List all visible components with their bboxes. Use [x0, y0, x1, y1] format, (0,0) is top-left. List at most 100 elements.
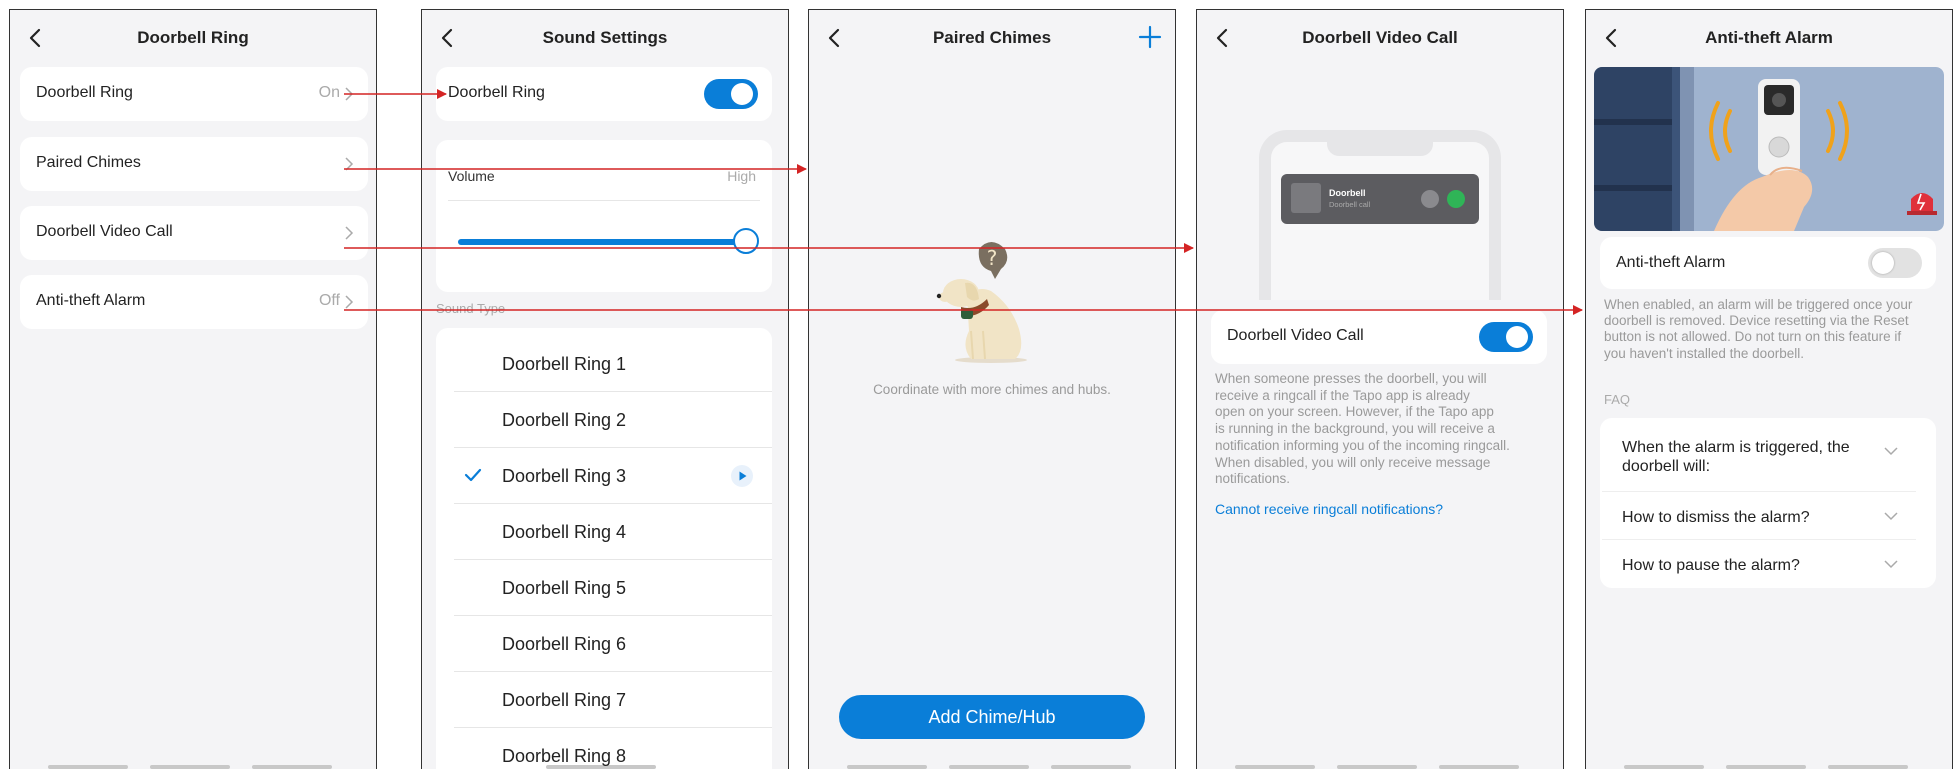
svg-text:?: ?: [987, 246, 998, 270]
faq-question: How to dismiss the alarm?: [1622, 509, 1810, 526]
bottom-tab-indicator: [48, 765, 128, 769]
ringcall-help-link[interactable]: Cannot receive ringcall notifications?: [1215, 501, 1443, 517]
sound-type-label: Doorbell Ring 2: [502, 410, 627, 430]
anti-theft-toggle-row: Anti-theft Alarm: [1600, 237, 1936, 289]
call-title: Doorbell: [1329, 188, 1366, 198]
row-label: Anti-theft Alarm: [1616, 254, 1726, 271]
bottom-tab-indicator: [252, 765, 332, 769]
description-line: When enabled, an alarm will be triggered…: [1604, 297, 1913, 312]
sound-type-label: Doorbell Ring 8: [502, 746, 627, 766]
description-line: When someone presses the doorbell, you w…: [1215, 371, 1487, 386]
description-line: open on your screen. However, if the Tap…: [1215, 404, 1494, 420]
faq-question: doorbell will:: [1622, 458, 1711, 475]
description-line: button is not allowed. Do not turn on th…: [1604, 329, 1902, 345]
checkmark-icon: [464, 468, 482, 482]
description-line: is running in the background, you will r…: [1215, 421, 1495, 437]
sound-type-label: Doorbell Ring 6: [502, 634, 627, 654]
sound-type-label: Sound Type: [436, 301, 506, 316]
sound-type-label: Doorbell Ring 4: [502, 522, 627, 542]
settings-row-doorbell-ring[interactable]: Doorbell Ring On: [20, 67, 368, 121]
divider: [448, 200, 760, 201]
page-title: Paired Chimes: [932, 28, 1052, 47]
row-value: On: [318, 84, 340, 101]
mute-icon: [1421, 190, 1439, 208]
page-title: Sound Settings: [542, 28, 668, 47]
row-label: Doorbell Ring: [36, 84, 133, 101]
sound-type-label: Doorbell Ring 5: [502, 578, 627, 598]
sound-type-label: Doorbell Ring 1: [502, 354, 627, 374]
volume-slider-handle[interactable]: [733, 228, 759, 254]
faq-item[interactable]: How to dismiss the alarm?: [1602, 492, 1916, 540]
caller-avatar: [1291, 183, 1321, 213]
description-line: notifications.: [1215, 471, 1291, 487]
sound-settings-screen: Sound Settings Doorbell Ring Volume High…: [421, 9, 789, 769]
page-title: Doorbell Ring: [137, 28, 249, 47]
doorbell-ring-toggle-row: Doorbell Ring: [436, 67, 772, 121]
row-label: Doorbell Video Call: [1227, 327, 1364, 344]
video-call-toggle[interactable]: [1479, 322, 1533, 352]
description-line: you haven't installed the doorbell.: [1604, 345, 1804, 361]
bottom-tab-indicator: [1051, 765, 1131, 769]
settings-row-paired-chimes[interactable]: Paired Chimes: [20, 137, 368, 191]
row-label: Anti-theft Alarm: [36, 292, 146, 309]
bottom-tab-indicator: [847, 765, 927, 769]
add-chime-hub-button[interactable]: Add Chime/Hub: [839, 695, 1145, 739]
call-subtitle: Doorbell call: [1329, 200, 1371, 209]
video-call-toggle-row: Doorbell Video Call: [1211, 310, 1547, 364]
bottom-tab-indicator: [1235, 765, 1315, 769]
volume-slider-fill: [458, 239, 746, 245]
doorbell-video-call-screen: Doorbell Video Call Doorbell Doorbell ca…: [1196, 9, 1564, 769]
description-line: receive a ringcall if the Tapo app is al…: [1215, 387, 1470, 403]
sound-type-item[interactable]: Doorbell Ring 8: [454, 728, 772, 769]
faq-item[interactable]: When the alarm is triggered, the doorbell…: [1602, 422, 1916, 492]
paired-chimes-screen: Paired Chimes ? Coordinate with more chi…: [808, 9, 1176, 769]
anti-theft-alarm-screen: Anti-theft Alarm Anti-theft Alarm FAQ Wh…: [1585, 9, 1953, 769]
chevron-right-icon: [345, 157, 354, 171]
empty-state-text: Coordinate with more chimes and hubs.: [873, 382, 1111, 397]
row-label: Doorbell Ring: [448, 84, 545, 101]
volume-label: Volume: [448, 168, 495, 184]
bottom-tab-indicator: [150, 765, 230, 769]
settings-row-video-call[interactable]: Doorbell Video Call: [20, 206, 368, 260]
phone-notch: [1327, 142, 1433, 156]
phone-illustration: Doorbell Doorbell call: [1259, 130, 1501, 300]
volume-card: Volume High: [436, 140, 772, 292]
bottom-tab-indicator: [1439, 765, 1519, 769]
sound-type-item[interactable]: Doorbell Ring 5: [454, 560, 772, 616]
doorbell-ring-screen: Doorbell Ring Doorbell Ring On Paired Ch…: [9, 9, 377, 769]
top-bar: Doorbell Ring: [10, 10, 376, 66]
top-bar: Sound Settings: [422, 10, 788, 66]
bottom-tab-indicator: [949, 765, 1029, 769]
chevron-right-icon: [345, 226, 354, 240]
bottom-tab-indicator: [1624, 765, 1704, 769]
row-label: Doorbell Video Call: [36, 223, 173, 240]
chevron-down-icon: [1884, 560, 1898, 569]
sound-type-item[interactable]: Doorbell Ring 4: [454, 504, 772, 560]
settings-row-anti-theft[interactable]: Anti-theft Alarm Off: [20, 275, 368, 329]
sound-type-item[interactable]: Doorbell Ring 7: [454, 672, 772, 728]
row-value: Off: [318, 292, 340, 309]
bottom-tab-indicator: [1337, 765, 1417, 769]
sound-type-item[interactable]: Doorbell Ring 3: [454, 448, 772, 504]
volume-value: High: [727, 168, 756, 184]
sound-type-item[interactable]: Doorbell Ring 2: [454, 392, 772, 448]
play-preview-icon[interactable]: [730, 464, 754, 488]
sound-type-item[interactable]: Doorbell Ring 1: [454, 336, 772, 392]
description-line: doorbell is removed. Device resetting vi…: [1604, 313, 1909, 329]
volume-slider[interactable]: [458, 228, 759, 254]
incoming-call-banner: Doorbell Doorbell call: [1281, 174, 1479, 224]
bottom-tab-indicator: [1828, 765, 1908, 769]
anti-theft-toggle[interactable]: [1868, 248, 1922, 278]
row-label: Paired Chimes: [36, 154, 141, 171]
top-bar: Anti-theft Alarm: [1586, 10, 1952, 66]
faq-label: FAQ: [1604, 392, 1631, 407]
add-icon[interactable]: [1137, 24, 1163, 50]
doorbell-ring-toggle[interactable]: [704, 79, 758, 109]
description-line: When disabled, you will only receive mes…: [1215, 454, 1491, 470]
top-bar: Doorbell Video Call: [1197, 10, 1563, 66]
faq-item[interactable]: How to pause the alarm?: [1602, 540, 1916, 588]
sound-type-item[interactable]: Doorbell Ring 6: [454, 616, 772, 672]
faq-question: When the alarm is triggered, the: [1622, 439, 1850, 456]
chevron-right-icon: [345, 295, 354, 309]
chevron-right-icon: [345, 87, 354, 101]
